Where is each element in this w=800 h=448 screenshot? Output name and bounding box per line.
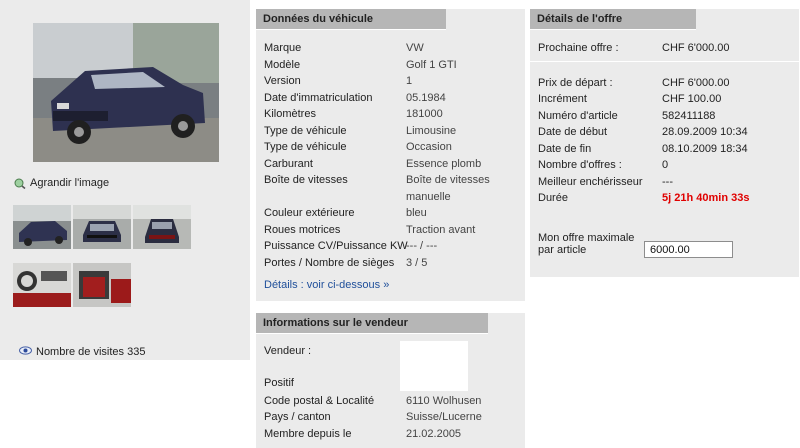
thumbnail[interactable]: [13, 263, 71, 307]
offer-field-label: Nombre d'offres :: [538, 159, 622, 171]
offer-field-label: Incrément: [538, 93, 587, 105]
offer-title: Détails de l'offre: [537, 13, 623, 25]
seller-field-label: Membre depuis le: [264, 428, 352, 440]
vehicle-field-label: Version: [264, 75, 301, 87]
seller-avatar: [400, 341, 468, 391]
vehicle-field-label: Boîte de vitesses: [264, 174, 348, 186]
seller-field-label: Code postal & Localité: [264, 395, 375, 407]
vehicle-field-value: VW: [406, 42, 424, 54]
vehicle-field-value: Golf 1 GTI: [406, 59, 457, 71]
vehicle-field-value: 3 / 5: [406, 257, 428, 269]
vehicle-field-label: Couleur extérieure: [264, 207, 355, 219]
seller-field-label: Vendeur :: [264, 345, 312, 357]
offer-field-value: 0: [662, 159, 669, 171]
next-offer-value: CHF 6'000.00: [662, 42, 730, 54]
thumbnail[interactable]: [73, 263, 131, 307]
vehicle-field-value: Essence plomb: [406, 158, 482, 170]
offer-field-label: Date de début: [538, 126, 608, 138]
vehicle-field-value: Traction avant: [406, 224, 476, 236]
thumbnail[interactable]: [13, 205, 71, 249]
vehicle-field-value: --- / ---: [406, 240, 438, 252]
offer-header: Détails de l'offre: [530, 9, 696, 30]
seller-field-value: 6110 Wolhusen: [406, 395, 482, 407]
vehicle-field-label: Marque: [264, 42, 302, 54]
seller-field-value: 21.02.2005: [406, 428, 462, 440]
vehicle-field-label: Type de véhicule: [264, 125, 347, 137]
details-link[interactable]: Détails : voir ci-dessous »: [264, 279, 389, 291]
vehicle-field-label: Kilomètres: [264, 108, 316, 120]
main-car-photo[interactable]: [33, 23, 219, 162]
offer-field-label: Meilleur enchérisseur: [538, 176, 643, 188]
thumbnail[interactable]: [73, 205, 131, 249]
time-remaining: 5j 21h 40min 33s: [662, 192, 750, 204]
vehicle-field-value: Occasion: [406, 141, 452, 153]
eye-icon: [19, 346, 32, 358]
offer-field-value: CHF 6'000.00: [662, 77, 730, 89]
vehicle-field-value: 1: [406, 75, 413, 87]
max-offer-input[interactable]: [644, 241, 733, 258]
offer-field-label: Date de fin: [538, 143, 592, 155]
max-offer-label-cont: par article: [538, 244, 587, 256]
visit-counter: Nombre de visites 335: [19, 346, 145, 358]
offer-field-label: Numéro d'article: [538, 110, 618, 122]
divider: [530, 61, 799, 62]
seller-panel: Informations sur le vendeur Vendeur : Po…: [256, 313, 525, 448]
seller-field-value: Suisse/Lucerne: [406, 411, 482, 423]
offer-field-label: Durée: [538, 192, 568, 204]
seller-header: Informations sur le vendeur: [256, 313, 488, 334]
offer-field-value: 582411188: [662, 110, 716, 122]
enlarge-image[interactable]: Agrandir l'image: [14, 177, 109, 189]
enlarge-image-label: Agrandir l'image: [30, 177, 110, 189]
vehicle-field-value: manuelle: [406, 191, 451, 203]
offer-field-label: Prix de départ :: [538, 77, 613, 89]
vehicle-field-value: Limousine: [406, 125, 457, 137]
thumbnail[interactable]: [133, 205, 191, 249]
seller-rating: Positif: [264, 377, 294, 389]
magnifier-icon: [14, 178, 26, 189]
vehicle-field-label: Carburant: [264, 158, 313, 170]
offer-field-value: ---: [662, 176, 673, 188]
photo-gallery: Agrandir l'image Nombre de visites 335: [0, 0, 250, 360]
vehicle-data-title: Données du véhicule: [263, 13, 374, 25]
seller-field-label: Pays / canton: [264, 411, 331, 423]
vehicle-data-header: Données du véhicule: [256, 9, 446, 30]
offer-field-value: 28.09.2009 10:34: [662, 126, 748, 138]
vehicle-field-value: bleu: [406, 207, 427, 219]
vehicle-field-label: Type de véhicule: [264, 141, 347, 153]
vehicle-field-value: 05.1984: [406, 92, 446, 104]
offer-field-value: 08.10.2009 18:34: [662, 143, 748, 155]
vehicle-data-panel: Données du véhicule Marque VW Modèle Golf …: [256, 9, 525, 301]
max-offer-label: Mon offre maximale: [538, 232, 635, 244]
seller-title: Informations sur le vendeur: [263, 317, 408, 329]
vehicle-field-label: Date d'immatriculation: [264, 92, 373, 104]
vehicle-field-label: Puissance CV/Puissance KW: [264, 240, 408, 252]
vehicle-field-label: Portes / Nombre de sièges: [264, 257, 395, 269]
vehicle-field-value: 181000: [406, 108, 443, 120]
vehicle-field-label: Modèle: [264, 59, 301, 71]
vehicle-field-label: Roues motrices: [264, 224, 341, 236]
offer-panel: Détails de l'offre Prochaine offre : CHF …: [530, 9, 799, 277]
visit-count-label: Nombre de visites 335: [36, 346, 146, 358]
offer-field-value: CHF 100.00: [662, 93, 722, 105]
next-offer-label: Prochaine offre :: [538, 42, 619, 54]
vehicle-field-value: Boîte de vitesses: [406, 174, 490, 186]
